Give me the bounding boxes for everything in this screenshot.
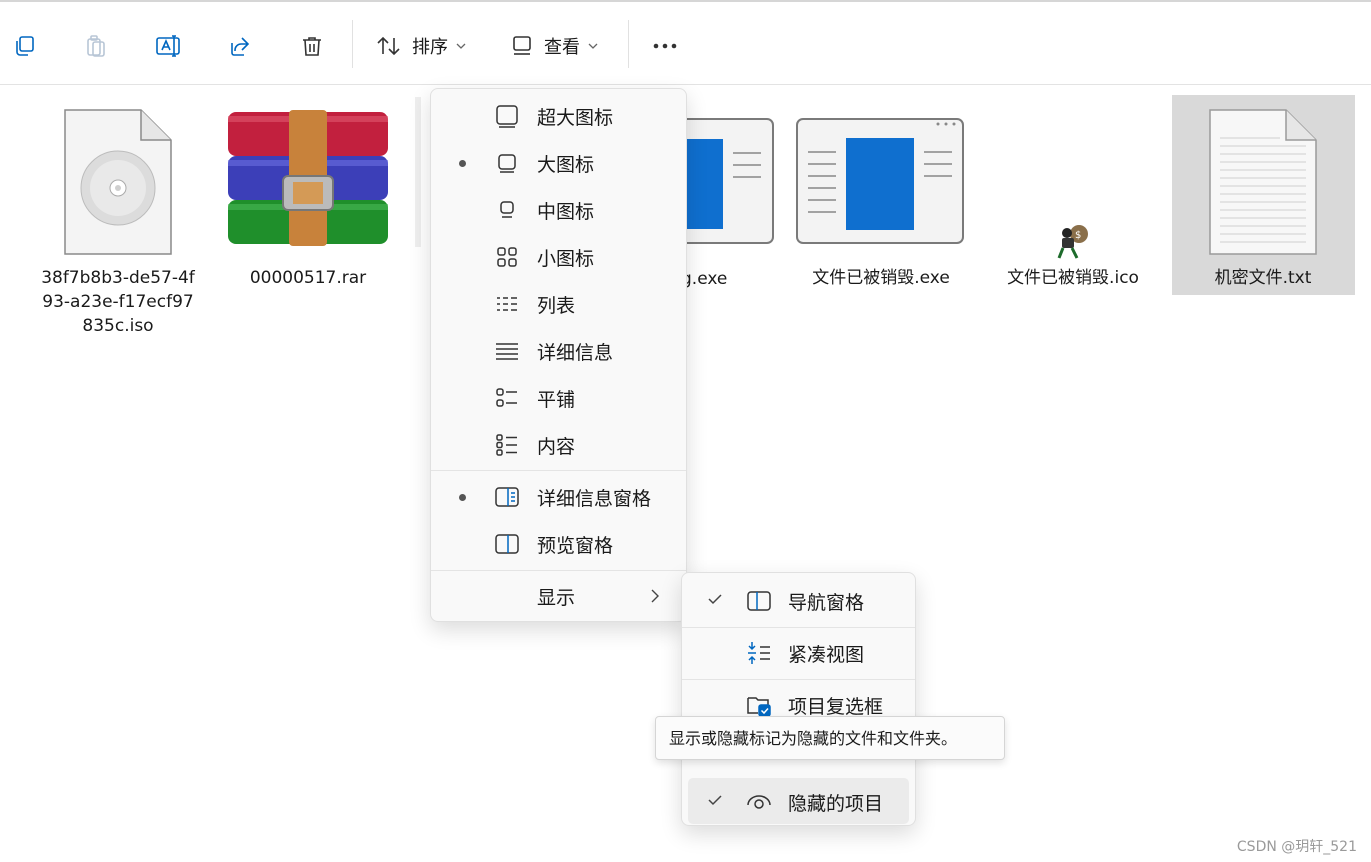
tiles-icon (496, 388, 517, 407)
tooltip: 显示或隐藏标记为隐藏的文件和文件夹。 (655, 716, 1005, 760)
more-options-button[interactable] (652, 30, 680, 62)
copy-button[interactable] (12, 30, 36, 62)
more-icon (653, 43, 677, 49)
share-button[interactable] (228, 30, 252, 62)
details-pane-icon (495, 487, 519, 507)
submenu-item-navigation-pane[interactable]: 导航窗格 (682, 577, 915, 623)
submenu-item-label: 紧凑视图 (788, 644, 865, 666)
file-item[interactable]: 00000517.rar (223, 108, 393, 290)
file-name: 机密文件.txt (1214, 268, 1312, 288)
chevron-down-icon (456, 43, 466, 49)
sort-button[interactable]: 排序 (376, 30, 466, 62)
menu-item-medium-icons[interactable]: 中图标 (431, 188, 686, 232)
view-icon (513, 36, 531, 55)
disc-image-icon (64, 109, 172, 255)
chevron-right-icon (651, 589, 659, 603)
menu-item-list[interactable]: 列表 (431, 282, 686, 326)
share-icon (231, 37, 250, 56)
menu-item-small-icons[interactable]: 小图标 (431, 235, 686, 279)
menu-item-label: 大图标 (537, 153, 595, 176)
menu-item-label: 详细信息 (537, 341, 614, 364)
menu-item-label: 小图标 (537, 247, 595, 270)
menu-separator (682, 627, 915, 628)
app-window-icon (796, 118, 964, 244)
compact-view-icon (748, 642, 770, 664)
command-bar: 排序 查看 (0, 2, 1371, 85)
menu-item-preview-pane[interactable]: 预览窗格 (431, 522, 686, 566)
preview-pane-icon (495, 534, 519, 554)
file-name: 00000517.rar (249, 268, 367, 288)
menu-item-label: 中图标 (537, 200, 595, 223)
copy-icon (16, 36, 34, 56)
thief-icon: $ (1057, 225, 1088, 259)
chevron-down-icon (588, 43, 598, 49)
toolbar-separator (352, 20, 353, 68)
small-icons-icon (497, 247, 517, 267)
file-name: g.exe (681, 269, 728, 289)
menu-item-tiles[interactable]: 平铺 (431, 376, 686, 420)
selected-bullet (459, 493, 466, 501)
navigation-pane-icon (747, 591, 771, 611)
svg-text:$: $ (1075, 230, 1081, 241)
show-submenu: 导航窗格 紧凑视图 项目复选框 隐藏的项目 (681, 572, 916, 826)
file-name: 38f7b8b3-de57-4f 93-a23e-f17ecf97 835c.i… (41, 268, 195, 336)
rename-button[interactable] (156, 30, 182, 62)
file-item[interactable]: 文件已被销毁.exe (796, 118, 966, 290)
menu-item-content[interactable]: 内容 (431, 423, 686, 467)
submenu-item-label: 隐藏的项目 (788, 793, 884, 815)
menu-item-label: 超大图标 (537, 106, 614, 129)
sort-label: 排序 (412, 37, 448, 58)
sort-icon (377, 36, 400, 56)
menu-item-label: 内容 (537, 435, 576, 458)
rename-icon (156, 35, 180, 57)
watermark: CSDN @玥轩_521 (1236, 839, 1357, 855)
submenu-item-label: 项目复选框 (788, 696, 884, 718)
file-name: 文件已被销毁.ico (1007, 268, 1139, 288)
medium-icons-icon (500, 201, 514, 218)
trash-icon (303, 37, 321, 56)
file-item[interactable]: 38f7b8b3-de57-4f 93-a23e-f17ecf97 835c.i… (33, 108, 203, 338)
view-menu: 超大图标 大图标 中图标 小图标 列表 详细信息 平铺 内容 详细信息窗格 预览… (430, 88, 687, 622)
paste-button[interactable] (84, 30, 108, 62)
menu-item-label: 列表 (537, 294, 576, 317)
menu-item-details-pane[interactable]: 详细信息窗格 (431, 475, 686, 519)
menu-item-show[interactable]: 显示 (431, 574, 686, 618)
checkmark-icon (708, 795, 722, 806)
submenu-item-hidden-items[interactable]: 隐藏的项目 (688, 778, 909, 824)
content-icon (496, 434, 517, 456)
menu-item-extra-large-icons[interactable]: 超大图标 (431, 94, 686, 138)
submenu-item-compact-view[interactable]: 紧凑视图 (682, 629, 915, 675)
large-icons-icon (498, 154, 516, 173)
delete-button[interactable] (300, 30, 324, 62)
submenu-item-label: 导航窗格 (788, 592, 865, 614)
selected-bullet (459, 159, 466, 167)
file-name: 文件已被销毁.exe (812, 268, 950, 288)
menu-item-label: 显示 (537, 586, 576, 609)
menu-item-large-icons[interactable]: 大图标 (431, 141, 686, 185)
details-icon (496, 343, 518, 360)
paste-icon (87, 35, 105, 57)
menu-separator (431, 470, 686, 471)
menu-separator (682, 679, 915, 680)
text-document-icon (1209, 109, 1317, 255)
list-icon (497, 297, 517, 311)
view-label: 查看 (544, 37, 580, 58)
menu-separator (431, 570, 686, 571)
eye-icon (747, 795, 771, 809)
checkmark-icon (708, 594, 722, 605)
view-button[interactable]: 查看 (512, 30, 598, 62)
menu-item-details[interactable]: 详细信息 (431, 329, 686, 373)
extra-large-icons-icon (496, 105, 518, 128)
file-item-selected[interactable]: 机密文件.txt (1178, 108, 1348, 290)
item-checkbox-icon (747, 697, 771, 717)
winrar-archive-icon (228, 110, 388, 246)
menu-item-label: 平铺 (537, 388, 576, 411)
menu-item-label: 预览窗格 (537, 534, 614, 557)
file-item[interactable]: $ 文件已被销毁.ico (988, 224, 1158, 290)
menu-item-label: 详细信息窗格 (537, 487, 652, 510)
toolbar-separator (628, 20, 629, 68)
